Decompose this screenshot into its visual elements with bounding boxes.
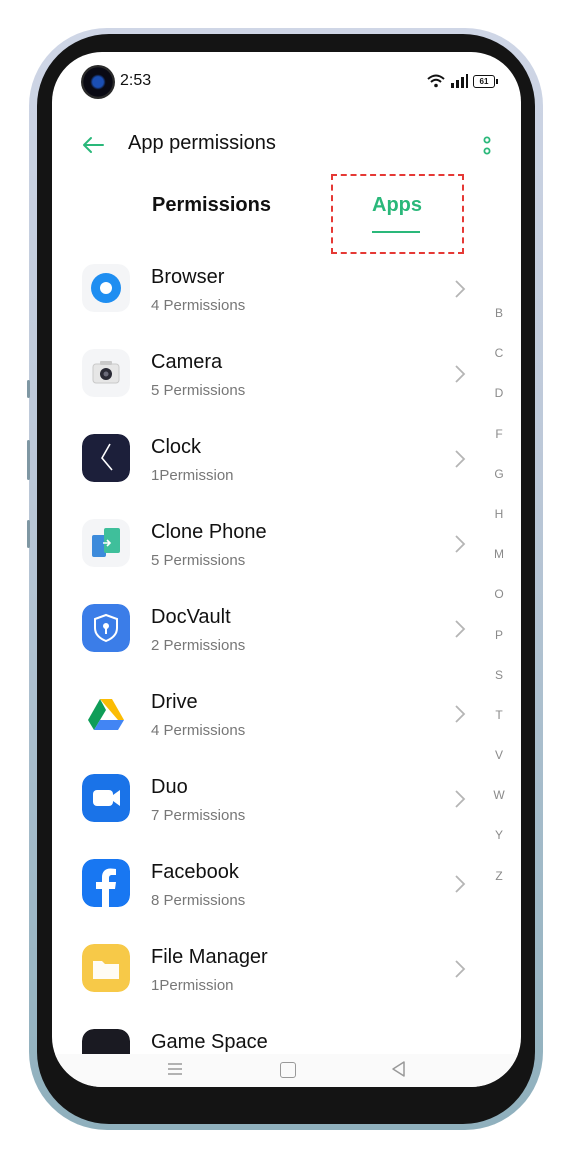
permission-count: 5 Permissions: [151, 382, 246, 399]
file-manager-icon: [82, 944, 130, 992]
tab-permissions[interactable]: Permissions: [152, 194, 271, 217]
index-letter[interactable]: Y: [489, 827, 509, 867]
clone-phone-icon: [82, 519, 130, 567]
index-letter[interactable]: H: [489, 506, 509, 546]
permission-count: 1Permission: [151, 977, 234, 994]
index-letter[interactable]: T: [489, 707, 509, 747]
docvault-icon: [82, 604, 130, 652]
index-letter[interactable]: P: [489, 627, 509, 667]
phone-screen: 2:53 61 App permissions Permissions Apps…: [52, 52, 521, 1087]
list-item[interactable]: File Manager 1Permission: [52, 924, 521, 1009]
list-item[interactable]: Duo 7 Permissions: [52, 754, 521, 839]
navigation-bar: [52, 1054, 521, 1087]
index-letter[interactable]: F: [489, 426, 509, 466]
app-name: Clone Phone: [151, 521, 267, 543]
more-options-icon[interactable]: [481, 136, 493, 156]
list-item[interactable]: Drive 4 Permissions: [52, 669, 521, 754]
chevron-right-icon: [455, 620, 466, 638]
index-letter[interactable]: G: [489, 466, 509, 506]
power-button: [27, 520, 30, 548]
app-name: File Manager: [151, 946, 268, 968]
back-triangle-icon[interactable]: [390, 1060, 406, 1078]
list-item[interactable]: Clock 1Permission: [52, 414, 521, 499]
index-letter[interactable]: B: [489, 305, 509, 345]
chevron-right-icon: [455, 705, 466, 723]
index-letter[interactable]: O: [489, 586, 509, 626]
chevron-right-icon: [455, 450, 466, 468]
app-name: Facebook: [151, 861, 239, 883]
app-name: Drive: [151, 691, 198, 713]
recents-menu-icon[interactable]: [167, 1062, 183, 1076]
permission-count: 2 Permissions: [151, 637, 246, 654]
app-name: Camera: [151, 351, 223, 373]
chevron-right-icon: [455, 960, 466, 978]
app-name: Clock: [151, 436, 202, 458]
chevron-right-icon: [455, 535, 466, 553]
list-item[interactable]: Camera 5 Permissions: [52, 329, 521, 414]
list-item[interactable]: Facebook 8 Permissions: [52, 839, 521, 924]
permission-count: 1Permission: [151, 467, 234, 484]
duo-icon: [82, 774, 130, 822]
volume-down-button: [27, 440, 30, 480]
browser-icon: [82, 264, 130, 312]
app-name: DocVault: [151, 606, 231, 628]
front-camera: [81, 65, 115, 99]
volume-up-button: [27, 380, 30, 398]
chevron-right-icon: [455, 365, 466, 383]
permission-count: 4 Permissions: [151, 722, 246, 739]
status-bar: 2:53 61: [52, 52, 521, 110]
permission-count: 4 Permissions: [151, 297, 246, 314]
index-letter[interactable]: S: [489, 667, 509, 707]
highlight-box: [331, 174, 464, 254]
permission-count: 5 Permissions: [151, 552, 246, 569]
status-icons: 61: [427, 72, 498, 90]
status-time: 2:53: [120, 72, 152, 89]
app-name: Browser: [151, 266, 225, 288]
signal-icon: [451, 74, 468, 88]
app-list: Browser 4 Permissions Camera 5 Permissio…: [52, 244, 521, 1087]
index-letter[interactable]: V: [489, 747, 509, 787]
page-title: App permissions: [128, 132, 276, 154]
permission-count: 7 Permissions: [151, 807, 246, 824]
list-item[interactable]: Clone Phone 5 Permissions: [52, 499, 521, 584]
app-bar: App permissions: [52, 122, 521, 168]
app-name: Duo: [151, 776, 188, 798]
chevron-right-icon: [455, 875, 466, 893]
chevron-right-icon: [455, 280, 466, 298]
facebook-icon: [82, 859, 130, 907]
camera-icon: [82, 349, 130, 397]
back-arrow-icon[interactable]: [80, 132, 106, 158]
list-item[interactable]: DocVault 2 Permissions: [52, 584, 521, 669]
battery-icon: 61: [473, 74, 498, 88]
clock-icon: [82, 434, 130, 482]
permission-count: 8 Permissions: [151, 892, 246, 909]
drive-icon: [82, 689, 130, 737]
wifi-icon: [427, 74, 445, 88]
alphabet-index: B C D F G H M O P S T V W Y Z: [489, 305, 509, 908]
index-letter[interactable]: C: [489, 345, 509, 385]
index-letter[interactable]: W: [489, 787, 509, 827]
index-letter[interactable]: D: [489, 385, 509, 425]
app-name: Game Space: [151, 1031, 268, 1053]
chevron-right-icon: [455, 790, 466, 808]
home-icon[interactable]: [280, 1062, 296, 1078]
list-item[interactable]: Browser 4 Permissions: [52, 244, 521, 329]
index-letter[interactable]: Z: [489, 868, 509, 908]
index-letter[interactable]: M: [489, 546, 509, 586]
